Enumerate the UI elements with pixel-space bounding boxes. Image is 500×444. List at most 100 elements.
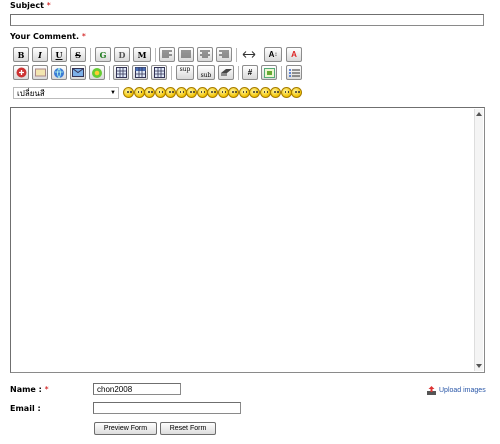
quote-button[interactable]	[218, 65, 234, 80]
comment-textarea[interactable]	[10, 107, 485, 373]
reset-form-label: Reset Form	[169, 425, 207, 432]
font-color-button[interactable]: A	[286, 47, 302, 62]
smiley-icon[interactable]	[270, 87, 281, 98]
smiley-icon[interactable]	[217, 87, 229, 98]
name-label-text: Name :	[10, 385, 42, 394]
list-button[interactable]	[286, 65, 302, 80]
name-input[interactable]	[93, 383, 181, 395]
comment-required-mark: *	[81, 32, 86, 41]
marquee-glyph: M	[137, 49, 147, 60]
smiley-icon[interactable]	[186, 87, 197, 98]
smiley-icon[interactable]	[207, 87, 218, 98]
horizontal-arrow-icon	[242, 51, 256, 58]
hash-glyph: #	[247, 68, 253, 77]
code-icon	[263, 67, 275, 78]
align-center-icon	[200, 50, 210, 58]
table-col-icon	[153, 67, 165, 78]
code-button[interactable]	[261, 65, 277, 80]
toolbar-separator	[155, 48, 156, 62]
subscript-button[interactable]: sub	[197, 65, 215, 80]
glow-glyph: G	[99, 49, 107, 60]
upload-images-link[interactable]: Upload images	[427, 386, 486, 395]
scrollbar[interactable]	[474, 109, 483, 371]
name-required-mark: *	[44, 385, 49, 394]
reset-form-button[interactable]: Reset Form	[160, 422, 216, 435]
toolbar-separator	[90, 48, 91, 62]
font-select-value: เปลี่ยนสี	[17, 88, 45, 98]
subject-input[interactable]	[10, 14, 484, 26]
glow-button[interactable]: G	[95, 47, 111, 62]
smiley-icon[interactable]	[123, 87, 134, 98]
italic-button[interactable]: I	[32, 47, 48, 62]
smiley-icon[interactable]	[238, 87, 250, 98]
smiley-icon[interactable]	[228, 87, 239, 98]
font-select[interactable]: เปลี่ยนสี ▼	[13, 87, 119, 99]
name-label: Name : *	[10, 385, 49, 394]
table-icon	[115, 67, 127, 78]
updown-icon: ↕	[274, 51, 278, 58]
shadow-glyph: D	[118, 49, 126, 60]
align-left-icon	[162, 50, 172, 58]
toolbar-separator	[171, 66, 172, 80]
subject-required-mark: *	[46, 1, 51, 10]
italic-glyph: I	[38, 49, 42, 60]
smiley-icon[interactable]	[165, 87, 176, 98]
align-left-button[interactable]	[159, 47, 175, 62]
image-button[interactable]	[89, 65, 105, 80]
scroll-down-icon[interactable]	[476, 364, 482, 368]
superscript-button[interactable]: sup	[176, 65, 194, 80]
table-button[interactable]	[113, 65, 129, 80]
comment-label: Your Comment. *	[10, 32, 86, 41]
comment-label-text: Your Comment.	[10, 32, 80, 41]
align-center-button[interactable]	[197, 47, 213, 62]
toolbar-separator	[238, 66, 239, 80]
image-box-icon	[34, 68, 46, 77]
justify-button[interactable]	[178, 47, 194, 62]
bold-button[interactable]: B	[13, 47, 29, 62]
bold-glyph: B	[17, 49, 25, 60]
preview-form-label: Preview Form	[103, 425, 148, 432]
smiley-icon[interactable]	[249, 87, 260, 98]
flash-button[interactable]	[13, 65, 29, 80]
smiley-icon[interactable]	[196, 87, 208, 98]
image-box-button[interactable]	[32, 65, 48, 80]
subject-label: Subject *	[10, 1, 51, 10]
hash-button[interactable]: #	[242, 65, 258, 80]
smiley-icon[interactable]	[291, 87, 302, 98]
align-right-button[interactable]	[216, 47, 232, 62]
toolbar-separator	[281, 66, 282, 80]
smiley-icon[interactable]	[280, 87, 292, 98]
marquee-button[interactable]: M	[133, 47, 151, 62]
font-color-glyph: A	[291, 50, 297, 59]
list-icon	[288, 68, 300, 77]
smiley-icon[interactable]	[175, 87, 187, 98]
justify-icon	[181, 50, 191, 58]
preview-form-button[interactable]: Preview Form	[94, 422, 157, 435]
scroll-up-icon[interactable]	[476, 112, 482, 116]
superscript-glyph: sup	[179, 66, 191, 73]
email-label: Email :	[10, 404, 41, 413]
smiley-icon[interactable]	[144, 87, 155, 98]
strike-button[interactable]: S	[70, 47, 86, 62]
chevron-down-icon: ▼	[110, 90, 116, 96]
flash-icon	[16, 67, 26, 78]
smiley-icon[interactable]	[154, 87, 166, 98]
upload-images-text: Upload images	[439, 387, 486, 394]
font-size-button[interactable]: A ↕	[264, 47, 282, 62]
email-icon	[72, 68, 84, 77]
shadow-button[interactable]: D	[114, 47, 130, 62]
table-row-icon	[134, 67, 146, 78]
smiley-icon[interactable]	[259, 87, 271, 98]
subscript-glyph: sub	[200, 72, 212, 79]
smiley-icon[interactable]	[133, 87, 145, 98]
underline-glyph: U	[55, 49, 63, 60]
toolbar-separator	[109, 66, 110, 80]
table-row-button[interactable]	[132, 65, 148, 80]
email-input[interactable]	[93, 402, 241, 414]
web-link-button[interactable]	[51, 65, 67, 80]
width-button[interactable]	[241, 47, 257, 62]
underline-button[interactable]: U	[51, 47, 67, 62]
email-button[interactable]	[70, 65, 86, 80]
table-col-button[interactable]	[151, 65, 167, 80]
align-right-icon	[219, 50, 229, 58]
